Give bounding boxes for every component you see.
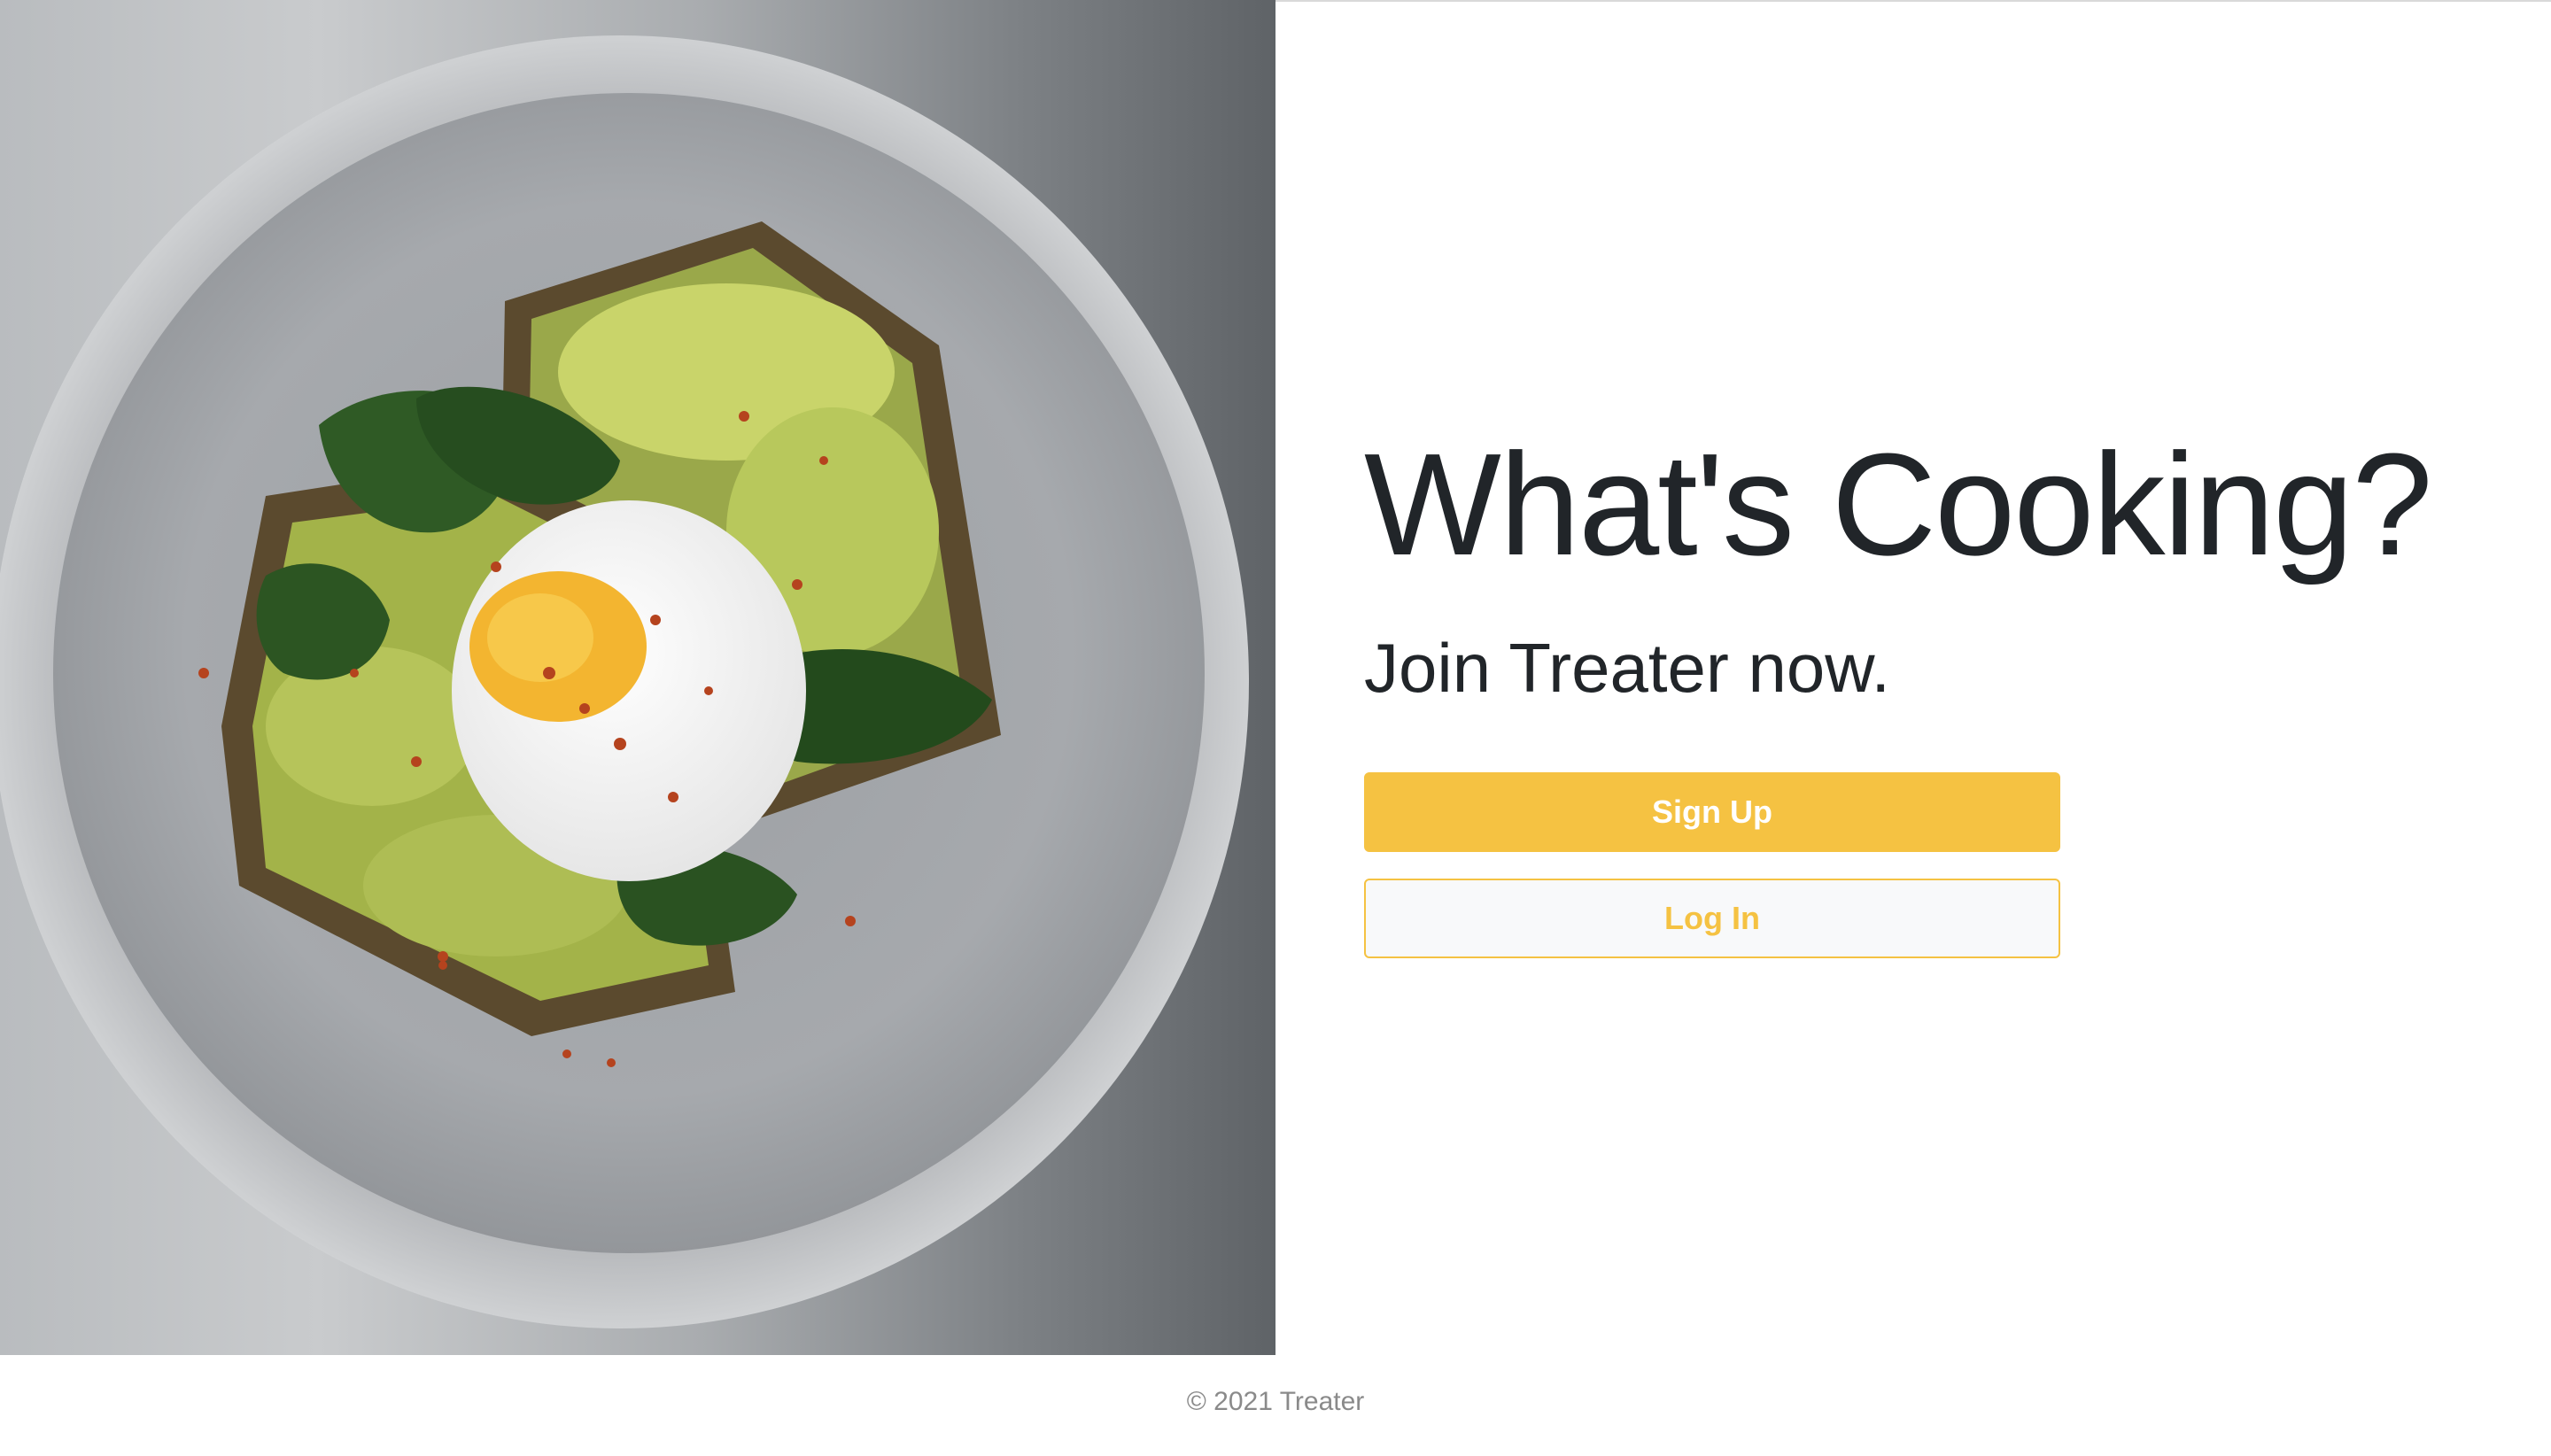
login-button[interactable]: Log In [1364,879,2060,959]
page-title: What's Cooking? [1364,423,2433,585]
signup-button[interactable]: Sign Up [1364,772,2060,853]
footer-copyright: © 2021 Treater [1186,1387,1365,1416]
hero-content: What's Cooking? Join Treater now. Sign U… [1364,423,2462,959]
page-subtitle: Join Treater now. [1364,629,1890,708]
hero-food-image [0,0,1276,1355]
